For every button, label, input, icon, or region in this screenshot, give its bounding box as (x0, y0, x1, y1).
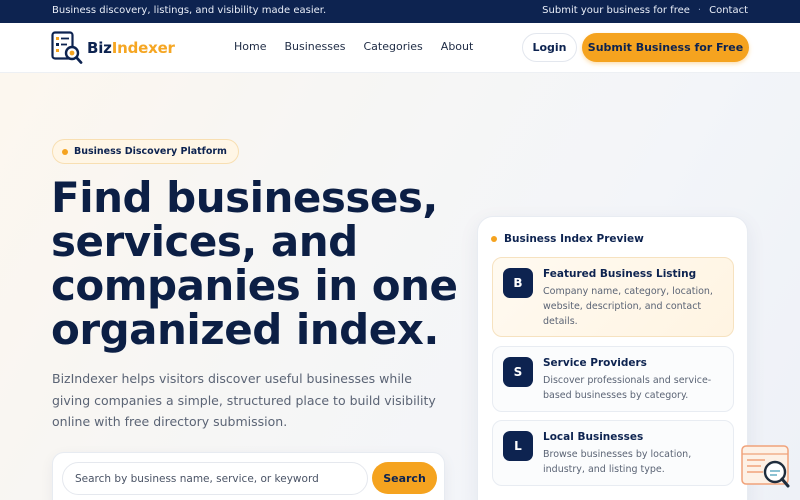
badge-label: Business Discovery Platform (74, 146, 227, 157)
preview-title: Business Index Preview (491, 233, 644, 245)
login-button[interactable]: Login (522, 33, 577, 62)
card-title: Local Businesses (543, 431, 644, 443)
hero-subtext: BizIndexer helps visitors discover usefu… (52, 371, 436, 429)
preview-dot (491, 236, 497, 242)
nav-about[interactable]: About (441, 40, 474, 53)
card-description: Company name, category, location, websit… (543, 286, 713, 327)
card-badge: L (503, 431, 533, 461)
index-magnifier-icon (51, 31, 83, 65)
search-input[interactable] (62, 462, 368, 495)
search-button[interactable]: Search (372, 462, 437, 494)
preview-card-featured[interactable]: B Featured Business Listing Company name… (492, 257, 734, 337)
card-badge: S (503, 357, 533, 387)
search-card: Search (52, 452, 445, 500)
nav-home[interactable]: Home (234, 40, 266, 53)
platform-badge: Business Discovery Platform (52, 139, 239, 164)
contact-link[interactable]: Contact (709, 5, 748, 16)
logo[interactable]: BizIndexer (51, 31, 175, 65)
topbar-links: Submit your business for free · Contact (542, 5, 748, 16)
card-description: Browse businesses by location, industry,… (543, 449, 692, 475)
site-header: BizIndexer Home Businesses Categories Ab… (0, 23, 800, 73)
card-description: Discover professionals and service-based… (543, 375, 712, 401)
hero-headline: Find businesses, services, and companies… (51, 173, 458, 354)
logo-text: BizIndexer (87, 39, 175, 57)
nav-categories[interactable]: Categories (364, 40, 423, 53)
preview-card-service-providers[interactable]: S Service Providers Discover professiona… (492, 346, 734, 412)
separator: · (697, 5, 702, 16)
logo-text-part1: Biz (87, 39, 112, 57)
card-badge: B (503, 268, 533, 298)
main-nav: Home Businesses Categories About (234, 40, 473, 53)
card-title: Featured Business Listing (543, 268, 697, 280)
submit-free-link[interactable]: Submit your business for free (542, 5, 690, 16)
search-help-icon[interactable] (741, 445, 791, 490)
card-title: Service Providers (543, 357, 647, 369)
submit-business-button[interactable]: Submit Business for Free (582, 33, 749, 62)
tagline: Business discovery, listings, and visibi… (52, 5, 327, 16)
announcement-bar: Business discovery, listings, and visibi… (0, 0, 800, 23)
business-index-preview: Business Index Preview B Featured Busine… (477, 216, 748, 500)
preview-title-text: Business Index Preview (504, 233, 644, 245)
logo-text-part2: Indexer (111, 39, 175, 57)
badge-dot (62, 148, 68, 155)
nav-businesses[interactable]: Businesses (284, 40, 345, 53)
preview-card-local-businesses[interactable]: L Local Businesses Browse businesses by … (492, 420, 734, 486)
